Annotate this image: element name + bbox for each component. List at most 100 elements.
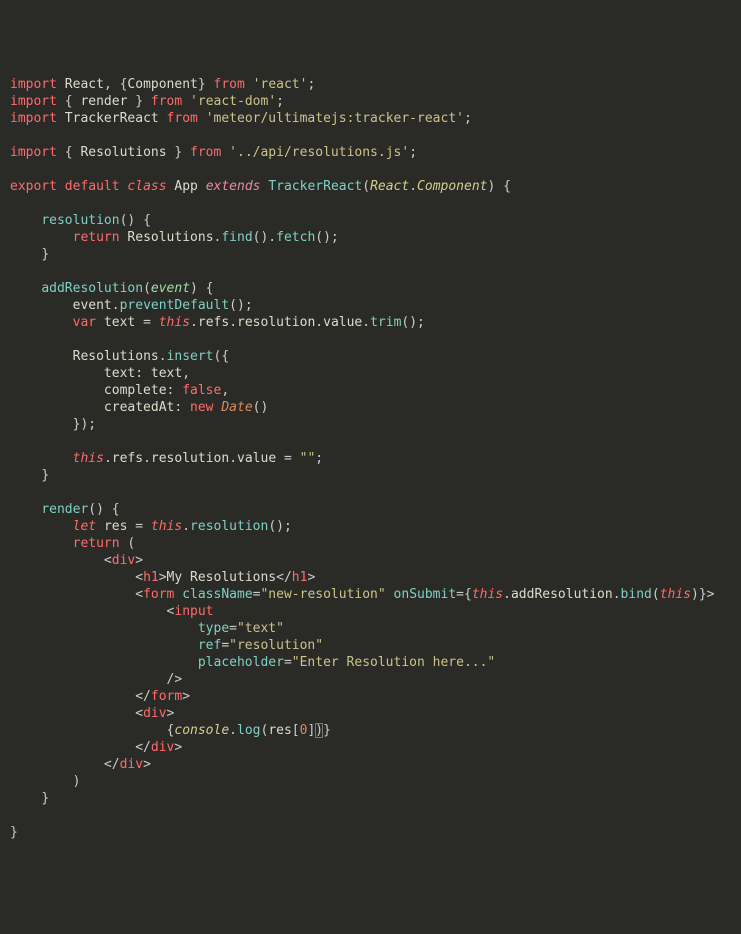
code-line: export default class App extends Tracker…	[10, 179, 511, 194]
code-line: addResolution(event) {	[10, 281, 214, 296]
text: My Resolutions	[167, 570, 277, 585]
ident: TrackerReact	[65, 111, 159, 126]
keyword-import: import	[10, 145, 57, 160]
ident: event	[73, 298, 112, 313]
code-line: {console.log(res[0])}	[10, 723, 331, 738]
code-line: text: text,	[10, 366, 190, 381]
string: 'react'	[253, 77, 308, 92]
keyword-import: import	[10, 111, 57, 126]
code-line: import { render } from 'react-dom';	[10, 94, 284, 109]
punct: />	[167, 672, 183, 687]
method: trim	[370, 315, 401, 330]
prop: complete	[104, 383, 167, 398]
cursor: )	[315, 723, 323, 738]
ident: Component	[417, 179, 487, 194]
code-line: resolution() {	[10, 213, 151, 228]
keyword-import: import	[10, 77, 57, 92]
ident: refs	[112, 451, 143, 466]
string: ""	[300, 451, 316, 466]
param: event	[151, 281, 190, 296]
ident: value	[323, 315, 362, 330]
keyword-var: var	[73, 315, 96, 330]
ident: Resolutions	[127, 230, 213, 245]
ident: addResolution	[511, 587, 613, 602]
string: '../api/resolutions.js'	[229, 145, 409, 160]
jsx-tag: div	[151, 740, 174, 755]
method: render	[41, 502, 88, 517]
jsx-tag: form	[151, 689, 182, 704]
code-line: }	[10, 247, 49, 262]
method: resolution	[41, 213, 119, 228]
string: "new-resolution"	[260, 587, 385, 602]
keyword-from: from	[214, 77, 245, 92]
method: log	[237, 723, 260, 738]
ident: refs	[198, 315, 229, 330]
ident: React	[370, 179, 409, 194]
prop: text	[104, 366, 135, 381]
method: insert	[167, 349, 214, 364]
code-line: var text = this.refs.resolution.value.tr…	[10, 315, 425, 330]
code-line: complete: false,	[10, 383, 229, 398]
code-line: type="text"	[10, 621, 284, 636]
code-line: let res = this.resolution();	[10, 519, 292, 534]
code-line: </div>	[10, 740, 182, 755]
prop: createdAt	[104, 400, 174, 415]
keyword-from: from	[151, 94, 182, 109]
keyword-import: import	[10, 94, 57, 109]
code-line: <div>	[10, 553, 143, 568]
jsx-attr: className	[182, 587, 252, 602]
code-line: }	[10, 468, 49, 483]
jsx-tag: input	[174, 604, 213, 619]
code-line: return Resolutions.find().fetch();	[10, 230, 339, 245]
keyword-this: this	[73, 451, 104, 466]
code-line: return (	[10, 536, 135, 551]
code-line: }	[10, 825, 18, 840]
ident: render	[80, 94, 127, 109]
string: 'react-dom'	[190, 94, 276, 109]
jsx-tag: form	[143, 587, 174, 602]
keyword-default: default	[65, 179, 120, 194]
code-line: });	[10, 417, 96, 432]
code-line: </div>	[10, 757, 151, 772]
code-line: <input	[10, 604, 214, 619]
jsx-attr: placeholder	[198, 655, 284, 670]
ident: value	[237, 451, 276, 466]
string: "resolution"	[229, 638, 323, 653]
keyword-return: return	[73, 230, 120, 245]
code-line: import { Resolutions } from '../api/reso…	[10, 145, 417, 160]
code-line: />	[10, 672, 182, 687]
jsx-attr: onSubmit	[394, 587, 457, 602]
method: fetch	[276, 230, 315, 245]
ident: Date	[221, 400, 252, 415]
code-editor-content[interactable]: import React, {Component} from 'react'; …	[10, 76, 731, 841]
ident: resolution	[237, 315, 315, 330]
keyword-let: let	[73, 519, 96, 534]
code-line: placeholder="Enter Resolution here..."	[10, 655, 495, 670]
code-line: event.preventDefault();	[10, 298, 253, 313]
keyword-export: export	[10, 179, 57, 194]
ident: text	[104, 315, 135, 330]
keyword-class: class	[127, 179, 166, 194]
code-line: ref="resolution"	[10, 638, 323, 653]
ident: resolution	[151, 451, 229, 466]
code-line: <h1>My Resolutions</h1>	[10, 570, 315, 585]
ident: Component	[127, 77, 197, 92]
string: "Enter Resolution here..."	[292, 655, 496, 670]
method: bind	[621, 587, 652, 602]
bool: false	[182, 383, 221, 398]
ident: TrackerReact	[268, 179, 362, 194]
keyword-from: from	[190, 145, 221, 160]
code-line: }	[10, 791, 49, 806]
keyword-this: this	[660, 587, 691, 602]
jsx-tag: div	[143, 706, 166, 721]
code-line: </form>	[10, 689, 190, 704]
jsx-tag: div	[120, 757, 143, 772]
method: addResolution	[41, 281, 143, 296]
ident: res	[104, 519, 127, 534]
string: 'meteor/ultimatejs:tracker-react'	[206, 111, 464, 126]
code-line: render() {	[10, 502, 120, 517]
code-line: this.refs.resolution.value = "";	[10, 451, 323, 466]
keyword-extends: extends	[206, 179, 261, 194]
ident: text	[151, 366, 182, 381]
code-line: import React, {Component} from 'react';	[10, 77, 315, 92]
